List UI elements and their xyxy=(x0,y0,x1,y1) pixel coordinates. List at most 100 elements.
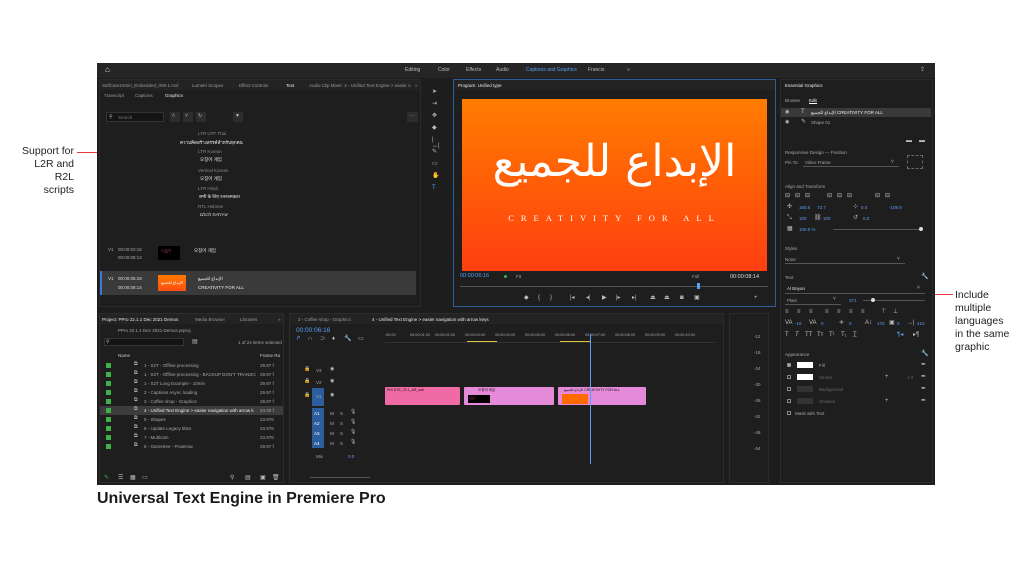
comparison-view-icon[interactable]: ▣ xyxy=(694,295,700,301)
mic-icon[interactable]: 🎙 xyxy=(350,420,356,425)
caption-in[interactable]: 00:00:05:18 xyxy=(118,276,142,281)
caption-in[interactable]: 00:00:02:16 xyxy=(118,247,142,252)
prev-result-button[interactable]: ˄ xyxy=(170,112,180,122)
selection-tool-icon[interactable]: ➤ xyxy=(432,89,437,95)
track-select-tool-icon[interactable]: ⇥ xyxy=(432,101,437,107)
position-y[interactable]: 73.7 xyxy=(817,205,826,210)
layer-row[interactable]: ◉ ✎ Shape 01 xyxy=(781,118,931,127)
clip-arabic[interactable]: الإبداع للجميع CREATIVITY FOR ALL xyxy=(558,387,646,405)
tab-sequence-coffee[interactable]: 3 - Coffee shop - Graphics xyxy=(298,317,351,322)
timeline-ruler[interactable]: :00:00 00:00:01:00 00:00:02:00 00:00:03:… xyxy=(385,331,715,343)
trash-icon[interactable]: 🗑 xyxy=(272,475,280,481)
faux-bold-icon[interactable]: T xyxy=(785,332,789,338)
stroke-color-swatch[interactable] xyxy=(797,374,813,380)
step-back-icon[interactable]: ◂| xyxy=(586,295,591,301)
panel-more-icon[interactable]: » xyxy=(415,83,418,88)
add-shadow-icon[interactable]: + xyxy=(885,398,889,404)
ltr-paragraph-icon[interactable]: ▸¶ xyxy=(913,332,919,338)
tab-text[interactable]: Text xyxy=(286,83,294,88)
type-tool-icon[interactable]: T xyxy=(432,185,436,191)
list-item[interactable]: ⧉ 6 - Update Legacy titles 23.976 xyxy=(100,424,283,433)
line-text[interactable]: יצירתיות לכולם xyxy=(200,212,228,217)
timeline-timecode[interactable]: 00:00:06:16 xyxy=(296,327,330,334)
workspace-color[interactable]: Color xyxy=(438,67,450,73)
eye-icon[interactable]: ◉ xyxy=(330,367,334,372)
rotation-degrees[interactable]: 0.0 xyxy=(863,216,869,221)
fit-dropdown[interactable]: Fit xyxy=(516,274,521,279)
ripple-edit-tool-icon[interactable]: ✥ xyxy=(432,113,437,119)
clip-korean[interactable]: 오징어 게임 ○△□ xyxy=(464,387,554,405)
new-layer-icon[interactable]: ▬ xyxy=(906,138,912,144)
stroke-width[interactable]: 1.0 xyxy=(907,375,913,380)
align-center-icon[interactable]: ⊟ xyxy=(795,193,800,199)
align-top-icon[interactable]: ⊟ xyxy=(827,193,832,199)
justify-left-icon[interactable]: ≡ xyxy=(825,309,829,315)
mute-button[interactable]: M xyxy=(330,421,334,426)
line-text[interactable]: सभी के लिए रचनात्मकता xyxy=(199,194,240,200)
caption-text[interactable]: 오징어 게임 xyxy=(194,248,216,254)
fill-color-swatch[interactable] xyxy=(797,362,813,368)
new-bin-icon[interactable]: ▤ xyxy=(192,339,198,345)
text-top-icon[interactable]: ⊤ xyxy=(881,309,886,315)
align-bottom-icon[interactable]: ⊟ xyxy=(847,193,852,199)
font-size-value[interactable]: 371 xyxy=(849,298,857,303)
scale-value[interactable]: 100 xyxy=(799,216,807,221)
mark-out-icon[interactable]: } xyxy=(550,295,552,301)
list-item[interactable]: ⧉ 7 - Multicam 23.976 xyxy=(100,433,283,442)
anchor-value[interactable]: -108.9 xyxy=(889,205,902,210)
stroke-checkbox[interactable] xyxy=(787,375,791,379)
wrench-icon[interactable]: 🔧 xyxy=(921,274,928,280)
subscript-icon[interactable]: T₁ xyxy=(841,332,847,338)
shadow-checkbox[interactable] xyxy=(787,399,791,403)
project-search-input[interactable]: ⚲ xyxy=(104,338,184,346)
list-item[interactable]: ⧉ 5 - Shapes 23.976 xyxy=(100,415,283,424)
align-left-icon[interactable]: ⊟ xyxy=(785,193,790,199)
tab-transcript[interactable]: Transcript xyxy=(104,93,124,98)
list-item[interactable]: ⧉ 2 - Captions Async loading 29.97 f xyxy=(100,388,283,397)
shadow-color-swatch[interactable] xyxy=(797,398,813,404)
list-item[interactable]: ⧉ 3 - Coffee shop - Graphics 29.97 f xyxy=(100,397,283,406)
track-v1[interactable]: V1 xyxy=(316,394,322,399)
underline-icon[interactable]: T̲ xyxy=(853,332,857,338)
align-middle-icon[interactable]: ⊟ xyxy=(837,193,842,199)
tab-project[interactable]: Project: PPro 22.1.1 Dec 2021 Demos xyxy=(102,317,178,322)
distribute-v-icon[interactable]: ⊟ xyxy=(885,193,890,199)
lock-icon[interactable]: 🔒 xyxy=(304,379,310,384)
superscript-icon[interactable]: T¹ xyxy=(829,332,835,338)
panel-menu-button[interactable]: ··· xyxy=(407,112,418,122)
list-item[interactable]: ⧉ 1 - S2T - Offline processing 29.97 f xyxy=(100,361,283,370)
snap-icon[interactable]: ∩ xyxy=(308,336,312,342)
layer-row-selected[interactable]: ◉ T الإبداع للجميع CREATIVITY FOR ALL xyxy=(781,108,931,117)
caption-out[interactable]: 00:00:05:13 xyxy=(118,255,142,260)
marker-icon[interactable]: ♦ xyxy=(332,336,335,342)
justify-center-icon[interactable]: ≡ xyxy=(837,309,841,315)
mix-value[interactable]: 0.0 xyxy=(348,454,354,459)
position-x[interactable]: 160.5 xyxy=(799,205,810,210)
clip-pink[interactable]: PHI UTE_22.1_AR_sub xyxy=(385,387,460,405)
mic-icon[interactable]: 🎙 xyxy=(350,410,356,415)
home-icon[interactable]: ⌂ xyxy=(105,65,115,75)
program-scrubber[interactable] xyxy=(460,286,768,287)
eye-icon[interactable]: ◉ xyxy=(785,110,789,115)
icon-view-icon[interactable]: ▦ xyxy=(130,475,136,481)
mask-with-text-checkbox[interactable] xyxy=(787,411,791,415)
project-more-icon[interactable]: » xyxy=(278,317,281,322)
tsume-value[interactable]: 0 xyxy=(897,321,900,326)
background-color-swatch[interactable] xyxy=(797,386,813,392)
track-a2[interactable]: A2 xyxy=(314,421,320,426)
delete-layer-icon[interactable]: ▬ xyxy=(919,138,925,144)
align-right-icon[interactable]: ⊟ xyxy=(805,193,810,199)
caption-text-arabic[interactable]: الإبداع للجميع xyxy=(198,276,223,282)
tracking-value[interactable]: -16 xyxy=(795,321,802,326)
go-to-in-icon[interactable]: |◂ xyxy=(570,295,575,301)
solo-button[interactable]: S xyxy=(340,441,343,446)
search-input[interactable]: ⚲ Search xyxy=(106,112,164,122)
justify-all-icon[interactable]: ≡ xyxy=(861,309,865,315)
lock-icon[interactable]: 🔒 xyxy=(304,367,310,372)
export-frame-icon[interactable]: ◙ xyxy=(680,295,684,301)
pin-widget[interactable] xyxy=(907,155,923,169)
baseline-value[interactable]: 170 xyxy=(877,321,885,326)
align-right-text-icon[interactable]: ≡ xyxy=(809,309,813,315)
list-item[interactable]: ⧉ 1 - S2T Long Example - 10min 29.97 f xyxy=(100,379,283,388)
column-frame-rate[interactable]: Frame Ra xyxy=(260,353,280,358)
